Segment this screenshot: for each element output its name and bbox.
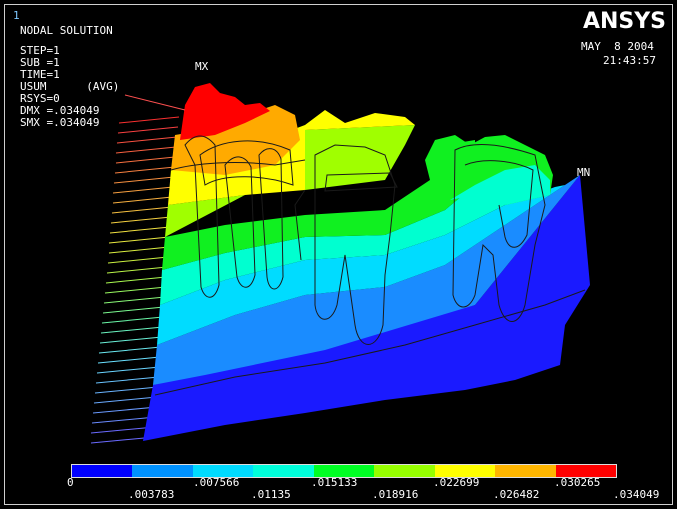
max-marker-label: MX bbox=[195, 60, 209, 73]
legend-tick-label: .030265 bbox=[554, 476, 601, 489]
legend-tick-label: 0 bbox=[67, 476, 74, 489]
min-marker-label: MN bbox=[577, 166, 591, 179]
legend-swatch bbox=[72, 465, 133, 477]
max-leader-line bbox=[124, 94, 186, 111]
legend-swatch bbox=[374, 465, 435, 477]
plot-date: MAY 8 2004 bbox=[581, 40, 654, 53]
legend-swatch bbox=[495, 465, 556, 477]
legend-tick-label: .022699 bbox=[433, 476, 480, 489]
ansys-logo: ANSYS bbox=[582, 9, 666, 34]
info-line: SMX =.034049 bbox=[20, 116, 100, 129]
info-line: NODAL SOLUTION bbox=[20, 24, 113, 37]
legend-tick-label: .01135 bbox=[251, 488, 291, 501]
window-number: 1 bbox=[13, 9, 20, 22]
legend-tick-label: .003783 bbox=[128, 488, 175, 501]
legend-tick-label: .026482 bbox=[493, 488, 540, 501]
legend-tick-label: .034049 bbox=[613, 488, 660, 501]
legend-tick-label: .018916 bbox=[372, 488, 419, 501]
legend-swatch bbox=[132, 465, 193, 477]
solution-info: NODAL SOLUTION STEP=1 SUB =1 TIME=1 USUM… bbox=[20, 25, 119, 129]
plot-time: 21:43:57 bbox=[603, 54, 656, 67]
legend-swatch bbox=[253, 465, 314, 477]
legend-tick-label: .007566 bbox=[193, 476, 240, 489]
graphics-window[interactable]: 1 ANSYS MAY 8 2004 21:43:57 NODAL SOLUTI… bbox=[4, 4, 673, 505]
legend-tick-label: .015133 bbox=[311, 476, 358, 489]
